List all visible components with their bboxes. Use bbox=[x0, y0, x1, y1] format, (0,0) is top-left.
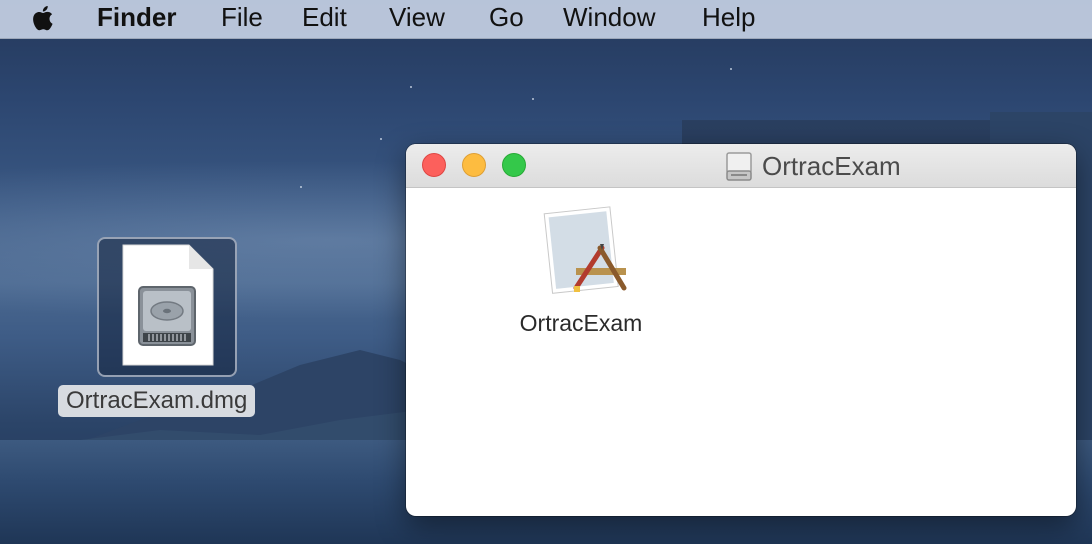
app-item-label[interactable]: OrtracExam bbox=[506, 310, 656, 337]
disk-image-icon[interactable] bbox=[99, 239, 235, 375]
menu-bar: Finder File Edit View Go Window Help bbox=[0, 0, 1092, 39]
menu-window[interactable]: Window bbox=[563, 0, 655, 38]
wallpaper-star bbox=[380, 138, 382, 140]
menu-finder[interactable]: Finder bbox=[97, 0, 176, 38]
close-button[interactable] bbox=[422, 153, 446, 177]
minimize-button[interactable] bbox=[462, 153, 486, 177]
installer-app-icon[interactable] bbox=[540, 204, 630, 296]
menu-file[interactable]: File bbox=[221, 0, 263, 38]
menu-edit[interactable]: Edit bbox=[302, 0, 347, 38]
menu-go[interactable]: Go bbox=[489, 0, 524, 38]
volume-drive-icon bbox=[726, 152, 752, 181]
zoom-button[interactable] bbox=[502, 153, 526, 177]
menu-help[interactable]: Help bbox=[702, 0, 755, 38]
apple-icon[interactable] bbox=[30, 3, 58, 33]
wallpaper-star bbox=[730, 68, 732, 70]
window-titlebar[interactable]: OrtracExam bbox=[406, 144, 1076, 188]
desktop-dmg-label[interactable]: OrtracExam.dmg bbox=[58, 385, 256, 417]
menu-view[interactable]: View bbox=[389, 0, 445, 38]
wallpaper-star bbox=[300, 186, 302, 188]
wallpaper-star bbox=[532, 98, 534, 100]
window-title: OrtracExam bbox=[724, 149, 901, 183]
desktop-dmg-icon-selection[interactable] bbox=[97, 237, 237, 377]
finder-window: OrtracExam OrtracExam bbox=[406, 144, 1076, 516]
wallpaper-star bbox=[410, 86, 412, 88]
window-title-text: OrtracExam bbox=[762, 150, 901, 181]
